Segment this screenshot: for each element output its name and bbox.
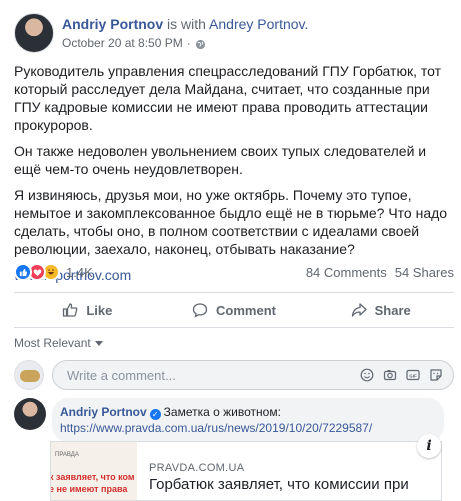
comments-count-link[interactable]: 84 Comments [306, 265, 387, 280]
camera-icon[interactable] [383, 368, 397, 382]
tagged-person-link[interactable]: Andrey Portnov. [209, 16, 308, 32]
separator-dot: · [186, 36, 191, 50]
comment-button[interactable]: Comment [161, 293, 308, 327]
globe-icon[interactable] [195, 38, 206, 49]
sticker-icon[interactable] [429, 368, 443, 382]
facebook-post: Andriy Portnov is with Andrey Portnov. O… [0, 0, 461, 501]
author-name-link[interactable]: Andriy Portnov [62, 16, 163, 32]
svg-text:GIF: GIF [409, 373, 417, 378]
comment-author-link[interactable]: Andriy Portnov [60, 405, 147, 419]
thumbs-up-icon [63, 303, 78, 317]
comment-text: Заметка о животном: [163, 405, 281, 419]
current-user-avatar[interactable] [14, 360, 44, 390]
link-preview-card[interactable]: ПРАВДА к заявляет, что ком е не имеют пр… [50, 441, 442, 501]
comment-button-label: Comment [216, 302, 276, 318]
thumbnail-brand: ПРАВДА [55, 452, 79, 458]
like-icon [14, 263, 32, 281]
info-icon[interactable]: i [417, 434, 441, 458]
post-paragraph-1: Руководитель управления спецрасследовани… [14, 63, 441, 133]
caret-down-icon [94, 340, 103, 346]
verified-badge-icon: ✓ [149, 409, 161, 420]
share-arrow-icon [351, 303, 367, 317]
author-avatar[interactable] [14, 13, 54, 53]
sort-label: Most Relevant [14, 336, 91, 350]
share-button-label: Share [374, 302, 411, 318]
thumbnail-text-line-1: к заявляет, что ком [51, 472, 135, 482]
thumbnail-text-line-2: е не имеют права [51, 484, 128, 494]
comment-input-box[interactable]: GIF [52, 360, 454, 390]
preview-title: Горбатюк заявляет, что комиссии при [149, 476, 409, 493]
comment-bubble-icon [192, 303, 208, 318]
post-paragraph-3: Я извиняюсь, друзья мои, но уже октябрь.… [14, 187, 448, 257]
like-button[interactable]: Like [14, 293, 161, 327]
reactions-bar: 1.4K 84 Comments 54 Shares [14, 262, 454, 282]
preview-domain: PRAVDA.COM.UA [149, 462, 245, 474]
comment-bubble: Andriy Portnov ✓ Заметка о животном: https… [52, 398, 444, 442]
post-body: Руководитель управления спецрасследовани… [14, 62, 452, 284]
shares-count-link[interactable]: 54 Shares [395, 265, 454, 280]
gif-icon[interactable]: GIF [406, 368, 420, 382]
comment-url-link[interactable]: https://www.pravda.com.ua/rus/news/2019/… [60, 420, 434, 436]
like-button-label: Like [86, 302, 113, 318]
post-action-bar: Like Comment Share [14, 292, 454, 328]
comment-input[interactable] [65, 366, 360, 384]
preview-thumbnail: ПРАВДА к заявляет, что ком е не имеют пр… [51, 442, 137, 500]
comment-sort-dropdown[interactable]: Most Relevant [14, 336, 103, 350]
post-timestamp[interactable]: October 20 at 8:50 PM [62, 35, 183, 51]
reaction-icons[interactable] [14, 263, 60, 281]
emoji-icon[interactable] [360, 368, 374, 382]
reaction-count[interactable]: 1.4K [66, 265, 93, 280]
post-header: Andriy Portnov is with Andrey Portnov. O… [14, 13, 308, 53]
write-comment-row: GIF [14, 359, 454, 391]
post-paragraph-2: Он также недоволен увольнением своих туп… [14, 143, 427, 177]
with-label: is with [167, 16, 206, 32]
share-button[interactable]: Share [307, 293, 454, 327]
comment-author-avatar[interactable] [14, 398, 46, 430]
